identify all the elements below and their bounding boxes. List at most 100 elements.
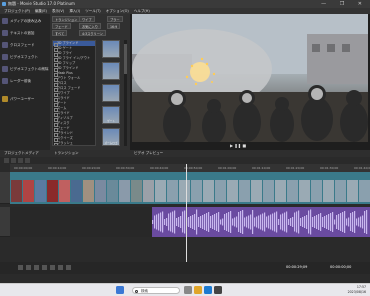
left-item-remove-effects[interactable]: ビデオエフェクトの削除 (2, 64, 50, 74)
title-bar: 無題 - Movie Studio 17.0 Platinum — ❐ ✕ (0, 0, 370, 8)
pause-icon[interactable] (42, 265, 47, 270)
ruler-label: 00:00:10;00 (48, 166, 67, 170)
waveform-bar (330, 213, 332, 231)
audio-clip[interactable] (152, 207, 370, 237)
clip-frame (35, 180, 46, 202)
split-icon[interactable] (25, 158, 30, 163)
waveform-bar (210, 216, 212, 228)
waveform-bar (198, 217, 200, 227)
pause-icon[interactable]: ❚❚ (234, 143, 241, 148)
fx-thumbnail[interactable] (102, 84, 120, 102)
clip-frame (251, 180, 262, 202)
clip-frame (311, 180, 322, 202)
waveform-bar (306, 215, 308, 229)
task-view-icon[interactable] (184, 286, 192, 294)
record-icon[interactable] (18, 265, 23, 270)
tab-transitions[interactable]: トランジション (54, 150, 79, 157)
waveform-bar (170, 212, 172, 232)
fx-item[interactable]: フラッシュ (53, 141, 95, 145)
window-controls[interactable]: — ❐ ✕ (321, 0, 368, 8)
taskbar-search[interactable]: 検索 (132, 287, 180, 294)
menu-project[interactable]: プロジェクト(P) (4, 9, 30, 13)
waveform-bar (286, 211, 288, 233)
waveform-bar (226, 213, 228, 231)
fx-thumbnail[interactable] (102, 40, 120, 58)
fx-thumbnail[interactable] (102, 62, 120, 80)
waveform-bar (264, 212, 266, 232)
browser-icon[interactable] (204, 286, 212, 294)
media-import-icon (2, 18, 8, 24)
prev-icon[interactable] (58, 265, 63, 270)
timeline-toolbar (0, 157, 370, 164)
loop-icon[interactable] (26, 265, 31, 270)
tab-all[interactable]: すべて (52, 30, 68, 36)
waveform-bar (308, 210, 310, 234)
next-icon[interactable] (66, 265, 71, 270)
clip-frame (335, 180, 346, 202)
waveform-bar (348, 217, 350, 227)
movie-studio-icon[interactable] (214, 286, 222, 294)
fx-thumbnail[interactable]: ゲート (102, 106, 120, 124)
menu-options[interactable]: オプション(O) (106, 9, 129, 13)
playhead[interactable] (186, 164, 187, 262)
video-track[interactable] (10, 172, 370, 204)
tab-43[interactable]: 4:3スクリーン (79, 30, 106, 36)
menu-edit[interactable]: 編集(E) (35, 9, 47, 13)
menu-tools[interactable]: ツール(T) (85, 9, 100, 13)
system-clock[interactable]: 17:57 2023/08/16 (348, 285, 366, 295)
cut-icon[interactable] (18, 158, 23, 163)
fx-thumbnail-label: ズームロゴ (104, 142, 118, 145)
waveform-bar (270, 214, 272, 230)
stop-icon[interactable]: ■ (242, 143, 246, 148)
tab-wipe[interactable]: ワイプ (79, 16, 95, 22)
fx-thumbnail[interactable]: ズームロゴ (102, 128, 120, 146)
tab-blur[interactable]: ブラー (107, 16, 123, 22)
video-clip-thumbnails (11, 180, 370, 202)
tab-transition[interactable]: トランジション (52, 16, 81, 22)
ruler-label: 00:00:20;00 (82, 166, 101, 170)
video-track-header[interactable] (0, 172, 10, 204)
clip-frame (83, 180, 94, 202)
tab-project-media[interactable]: プロジェクトメディア (4, 150, 39, 157)
waveform-bar (310, 209, 312, 235)
redo-icon[interactable] (11, 158, 16, 163)
clip-frame (71, 180, 82, 202)
waveform-bar (256, 216, 258, 228)
left-item-crossfade[interactable]: クロスフェード (2, 40, 50, 50)
waveform-bar (158, 213, 160, 231)
fx-scrollbar[interactable] (124, 40, 127, 146)
menu-view[interactable]: 表示(V) (52, 9, 64, 13)
tab-video-preview[interactable]: ビデオ プレビュー (134, 150, 163, 157)
start-icon[interactable] (116, 286, 124, 294)
tab-favorites[interactable]: お気に入り (79, 23, 101, 29)
play-icon[interactable] (34, 265, 39, 270)
left-item-media[interactable]: メディアの読み込み (2, 16, 50, 26)
waveform-bar (300, 218, 302, 226)
waveform-bar (334, 219, 336, 225)
file-explorer-icon[interactable] (194, 286, 202, 294)
undo-icon[interactable] (4, 158, 9, 163)
play-icon[interactable]: ▶ (230, 143, 233, 148)
waveform-bar (164, 219, 166, 225)
waveform-bar (166, 218, 168, 226)
waveform-bar (296, 211, 298, 233)
left-item-effects[interactable]: ビデオエフェクト (2, 52, 50, 62)
menu-insert[interactable]: 挿入(I) (69, 9, 80, 13)
waveform-bar (218, 212, 220, 232)
left-item-power-user[interactable]: パワーユーザー (2, 94, 50, 104)
left-panel: メディアの読み込み テキストの追加 クロスフェード ビデオエフェクト ビデオエフ… (0, 14, 50, 150)
waveform-bar (240, 211, 242, 233)
audio-track[interactable] (10, 207, 370, 237)
clip-frame (167, 180, 178, 202)
waveform-bar (318, 214, 320, 230)
waveform-bar (202, 215, 204, 229)
waveform-bar (312, 217, 314, 227)
left-item-radar[interactable]: レーダー前後 (2, 76, 50, 86)
menu-help[interactable]: ヘルプ(H) (134, 9, 150, 13)
audio-track-header[interactable] (0, 207, 10, 237)
stop-icon[interactable] (50, 265, 55, 270)
tab-fade[interactable]: フェード (52, 23, 71, 29)
scrollbar-thumb[interactable] (124, 44, 127, 74)
left-item-text[interactable]: テキストの追加 (2, 28, 50, 38)
tab-169[interactable]: 16:9 (107, 23, 121, 29)
